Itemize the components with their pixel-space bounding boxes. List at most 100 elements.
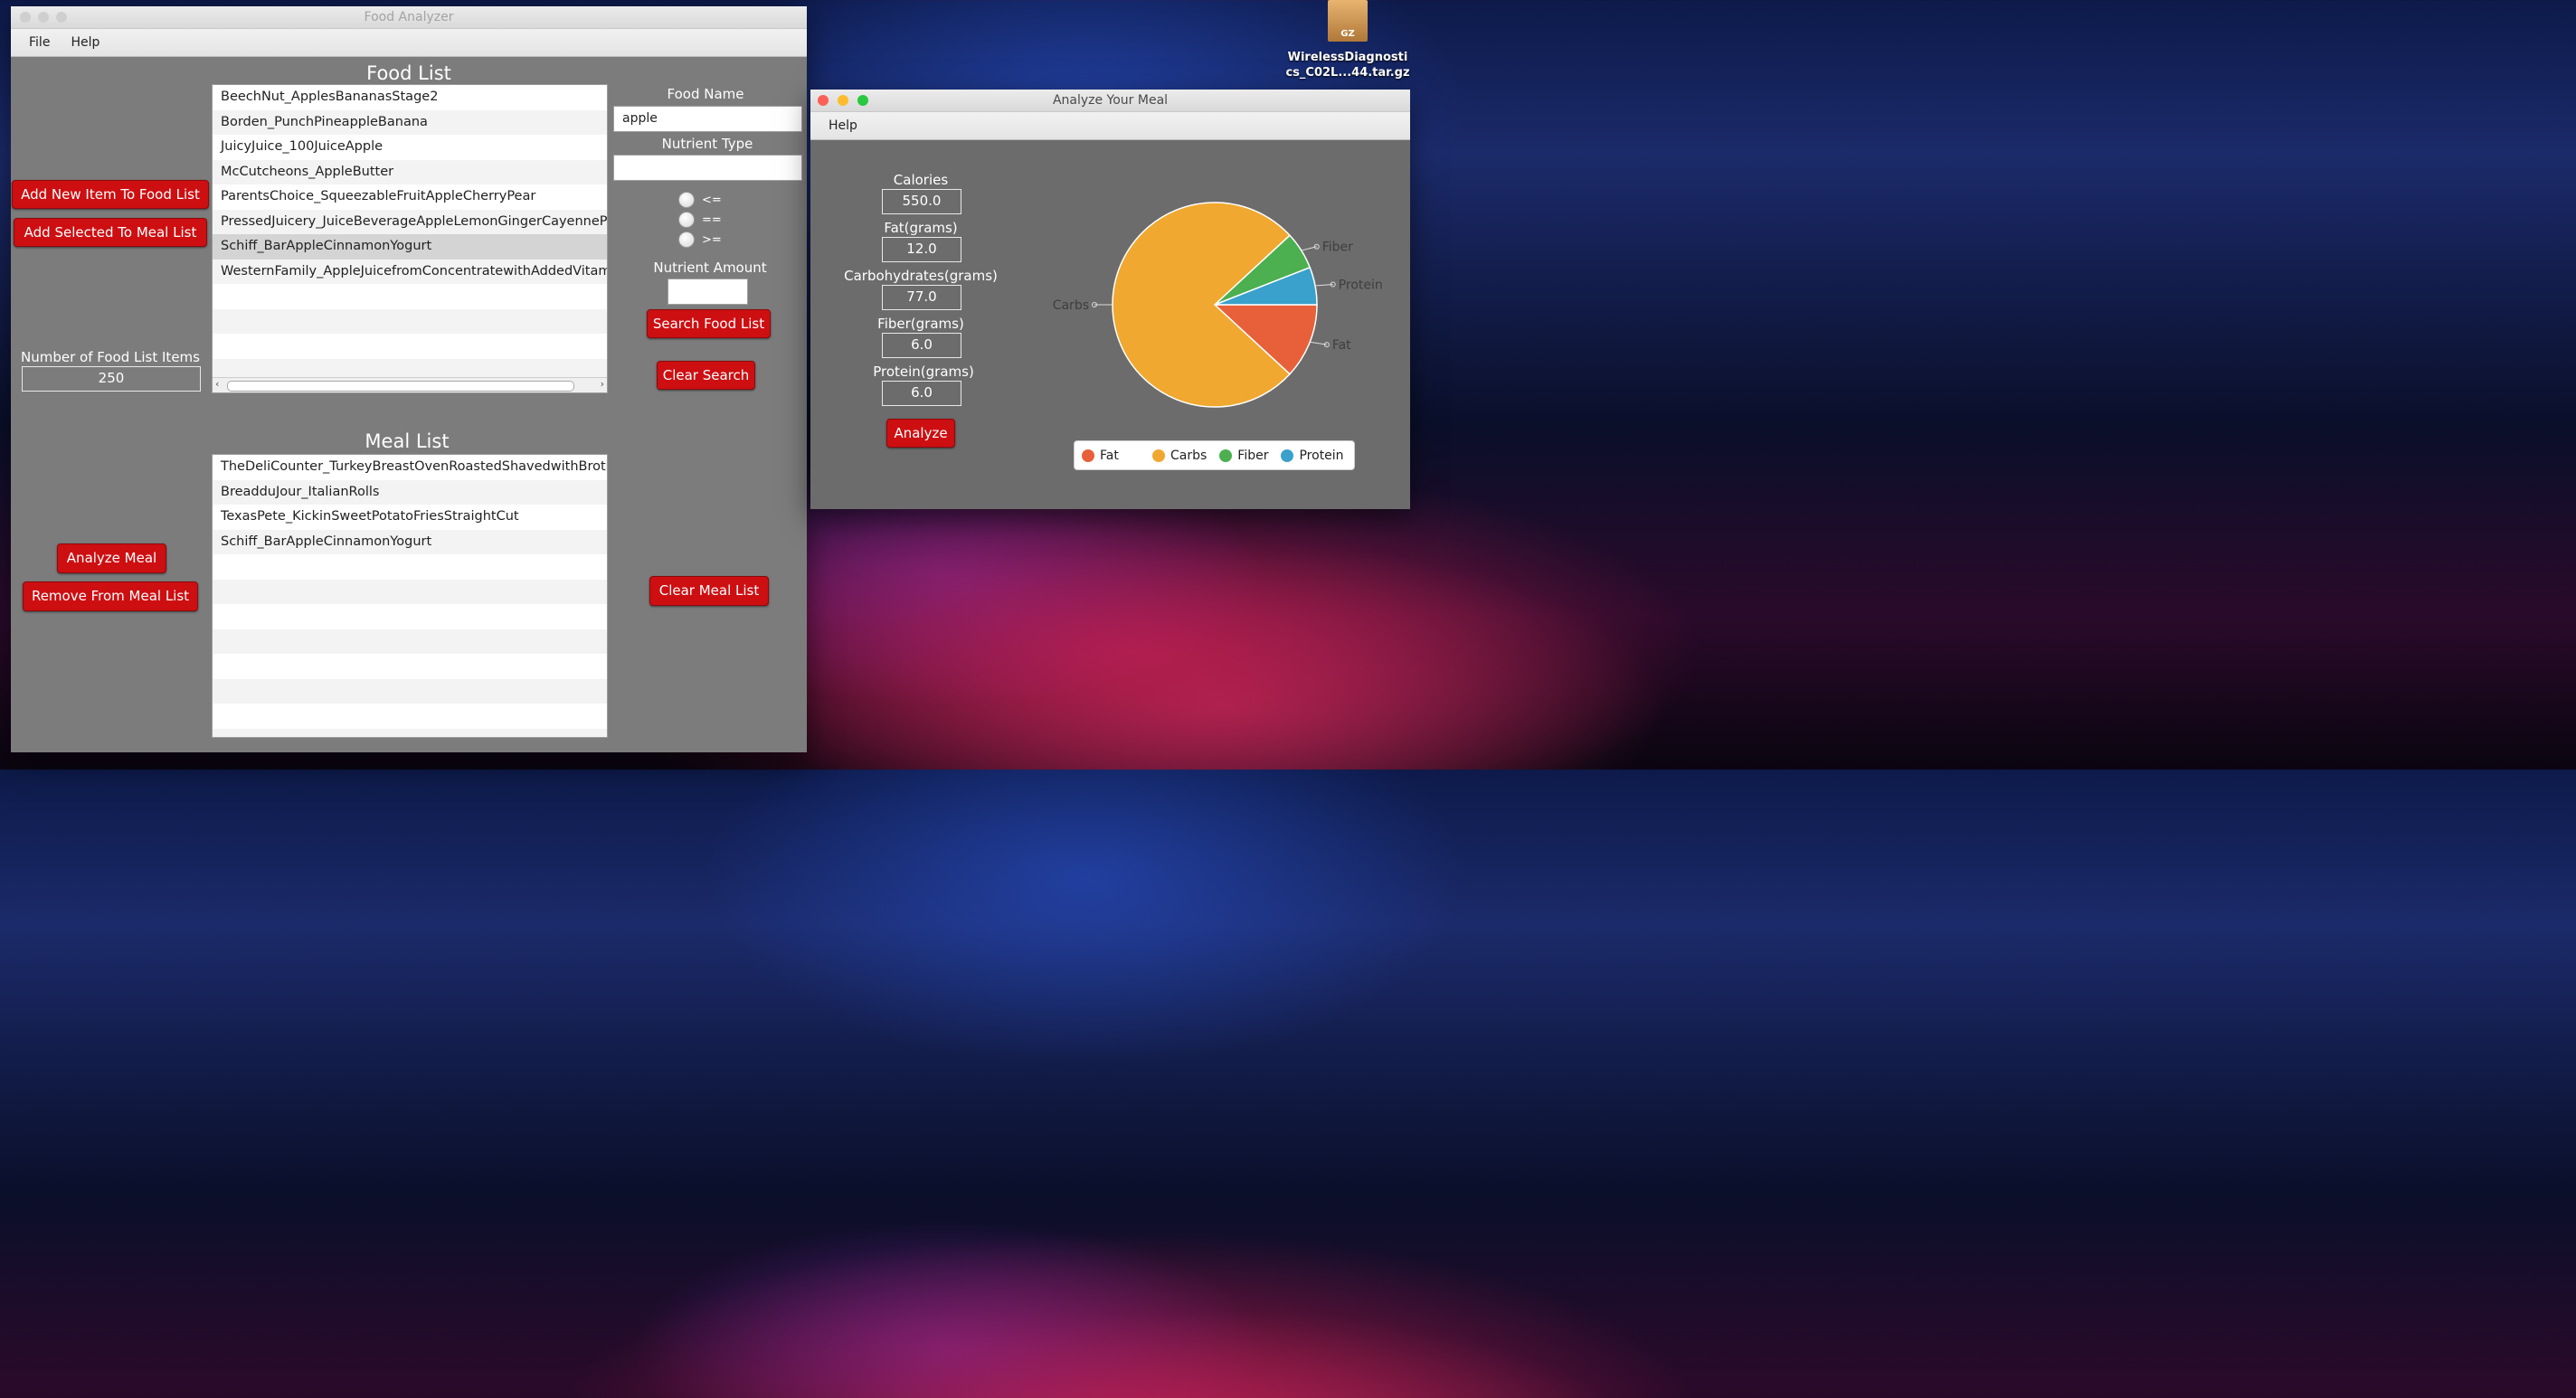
meal-row[interactable]: Schiff_BarAppleCinnamonYogurt <box>213 529 607 554</box>
food-row[interactable]: ParentsChoice_SqueezableFruitAppleCherry… <box>213 184 607 210</box>
calories-field: 550.0 <box>882 189 961 214</box>
legend-swatch <box>1152 449 1165 462</box>
legend-item-fiber: Fiber <box>1219 449 1268 463</box>
pie-leader-dot <box>1323 342 1330 348</box>
horizontal-scrollbar[interactable]: ‹ › <box>213 377 607 392</box>
fiber-label: Fiber(grams) <box>877 316 964 332</box>
meal-row[interactable]: BreadduJour_ItalianRolls <box>213 479 607 505</box>
legend-swatch <box>1219 449 1233 462</box>
pie-leader-dot <box>1330 281 1336 288</box>
nutrient-type-label: Nutrient Type <box>661 136 753 152</box>
desktop-file-label-1: WirelessDiagnosti <box>1287 51 1408 64</box>
meal-list[interactable]: TheDeliCounter_TurkeyBreastOvenRoastedSh… <box>212 454 608 738</box>
maximize-window-icon[interactable] <box>56 12 67 23</box>
food-name-label: Food Name <box>667 86 744 102</box>
file-badge: GZ <box>1340 29 1355 39</box>
meal-row[interactable] <box>213 654 607 679</box>
nutrient-amount-label: Nutrient Amount <box>653 260 767 276</box>
food-row[interactable] <box>213 334 607 359</box>
food-row[interactable] <box>213 284 607 309</box>
desktop-file-icon[interactable]: GZ WirelessDiagnosti cs_C02L...44.tar.gz <box>1285 0 1410 83</box>
meal-row[interactable]: TexasPete_KickinSweetPotatoFriesStraight… <box>213 505 607 530</box>
pie-leader-line <box>1310 341 1327 345</box>
radio-less-equal-label: <= <box>702 194 722 207</box>
food-row[interactable]: Schiff_BarAppleCinnamonYogurt <box>213 234 607 260</box>
radio-equal-label: == <box>702 213 722 227</box>
scroll-left-icon[interactable]: ‹ <box>215 378 219 390</box>
meal-row[interactable] <box>213 628 607 654</box>
analyze-meal-window: Analyze Your Meal Help Calories 550.0 Fa… <box>810 90 1410 509</box>
protein-field: 6.0 <box>882 381 961 406</box>
scroll-right-icon[interactable]: › <box>601 378 604 390</box>
menu-file[interactable]: File <box>29 35 50 50</box>
meal-list-title: Meal List <box>365 430 450 452</box>
nutrient-type-input[interactable] <box>613 155 802 181</box>
legend-label: Protein <box>1299 448 1344 463</box>
radio-equal[interactable] <box>678 212 695 228</box>
food-row[interactable]: Borden_PunchPineappleBanana <box>213 109 607 135</box>
food-row[interactable]: WesternFamily_AppleJuicefromConcentratew… <box>213 259 607 284</box>
meal-row[interactable] <box>213 579 607 604</box>
desktop-file-label-2: cs_C02L...44.tar.gz <box>1285 66 1410 80</box>
search-food-list-button[interactable]: Search Food List <box>647 309 771 338</box>
pie-leader-line <box>1315 284 1333 287</box>
add-new-item-button[interactable]: Add New Item To Food List <box>12 180 209 209</box>
scrollbar-thumb[interactable] <box>227 381 574 392</box>
radio-greater-equal-label: >= <box>702 233 722 247</box>
nutrient-amount-input[interactable] <box>668 279 748 305</box>
food-row[interactable]: McCutcheons_AppleButter <box>213 159 607 184</box>
radio-less-equal[interactable] <box>678 192 695 208</box>
analyze-menu-bar: Help <box>810 112 1410 140</box>
legend-label: Carbs <box>1170 448 1208 463</box>
legend-item-carbs: Carbs <box>1152 449 1207 463</box>
meal-row[interactable] <box>213 678 607 704</box>
meal-row[interactable]: TheDeliCounter_TurkeyBreastOvenRoastedSh… <box>213 455 607 480</box>
close-window-icon[interactable] <box>818 95 829 106</box>
pie-leader-dot <box>1313 243 1320 250</box>
legend-item-fat: Fat <box>1082 449 1140 463</box>
legend-item-protein: Protein <box>1281 448 1344 463</box>
clear-search-button[interactable]: Clear Search <box>657 361 755 390</box>
pie-leader-dot <box>1092 302 1097 307</box>
pie-label-carbs: Carbs <box>1053 298 1089 313</box>
fat-label: Fat(grams) <box>884 220 958 236</box>
menu-help[interactable]: Help <box>71 35 99 50</box>
fat-field: 12.0 <box>882 237 961 262</box>
food-list-title: Food List <box>366 62 451 84</box>
meal-row[interactable] <box>213 554 607 580</box>
food-row[interactable]: PressedJuicery_JuiceBeverageAppleLemonGi… <box>213 209 607 234</box>
pie-slice-fiber <box>1214 234 1312 306</box>
food-row[interactable] <box>213 308 607 334</box>
food-row[interactable]: JuicyJuice_100JuiceApple <box>213 135 607 160</box>
maximize-window-icon[interactable] <box>857 95 868 106</box>
protein-label: Protein(grams) <box>873 364 974 380</box>
minimize-window-icon[interactable] <box>838 95 848 106</box>
pie-leader-line <box>1301 246 1317 251</box>
menu-help[interactable]: Help <box>829 118 857 133</box>
menu-bar: File Help <box>11 29 807 57</box>
analyze-window-title: Analyze Your Meal <box>1052 93 1169 108</box>
remove-from-meal-button[interactable]: Remove From Meal List <box>23 581 198 611</box>
legend-label: Fiber <box>1237 448 1269 463</box>
analyze-meal-button[interactable]: Analyze Meal <box>57 543 166 573</box>
analyze-button[interactable]: Analyze <box>886 419 955 448</box>
minimize-window-icon[interactable] <box>38 12 49 23</box>
meal-row[interactable] <box>213 728 607 737</box>
meal-row[interactable] <box>213 704 607 729</box>
pie-label-fat: Fat <box>1332 338 1351 353</box>
pie-slice-fat <box>1213 304 1318 375</box>
calories-label: Calories <box>893 172 949 188</box>
close-window-icon[interactable] <box>20 12 31 23</box>
carbohydrates-label: Carbohydrates(grams) <box>844 268 998 284</box>
meal-row[interactable] <box>213 604 607 629</box>
radio-greater-equal[interactable] <box>678 231 695 248</box>
legend-swatch <box>1281 449 1294 462</box>
food-row[interactable]: BeechNut_ApplesBananasStage2 <box>213 85 607 110</box>
legend-label: Fat <box>1100 448 1119 463</box>
food-name-input[interactable]: apple <box>613 106 802 132</box>
carbohydrates-field: 77.0 <box>882 285 961 310</box>
food-list[interactable]: BeechNut_ApplesBananasStage2 Borden_Punch… <box>212 84 608 393</box>
add-selected-to-meal-button[interactable]: Add Selected To Meal List <box>14 218 207 247</box>
clear-meal-list-button[interactable]: Clear Meal List <box>649 576 769 606</box>
window-title: Food Analyzer <box>364 10 454 24</box>
